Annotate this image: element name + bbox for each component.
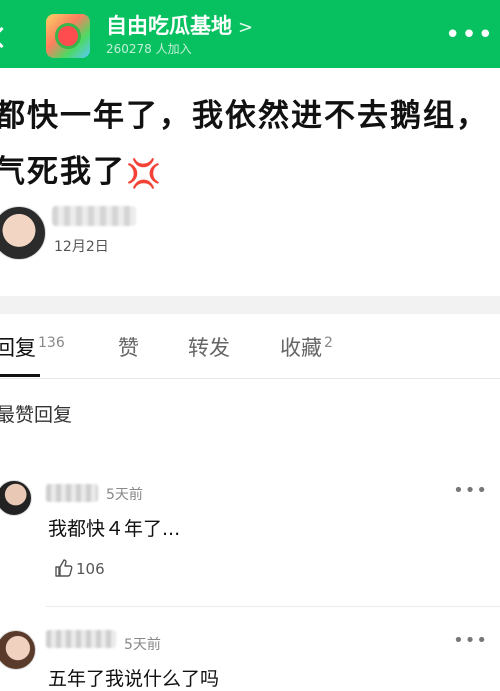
comment-time: 5天前 xyxy=(124,637,161,653)
comment-divider xyxy=(46,606,500,607)
author-avatar[interactable] xyxy=(0,206,46,260)
commenter-name-blurred[interactable] xyxy=(46,484,98,502)
tab-bar: 回复 136 赞 转发 收藏 2 xyxy=(0,314,500,379)
tab-label: 赞 xyxy=(118,336,139,360)
tab-label: 转发 xyxy=(188,336,230,360)
comment-text: 五年了我说什么了吗 xyxy=(48,668,220,690)
post-date: 12月2日 xyxy=(54,239,109,255)
comment-more-icon[interactable]: ••• xyxy=(453,480,488,501)
chevron-right-icon: > xyxy=(238,17,254,38)
commenter-avatar[interactable] xyxy=(0,630,36,670)
back-icon[interactable] xyxy=(0,26,13,49)
tab-forwards[interactable]: 转发 xyxy=(188,332,230,362)
author-name-blurred[interactable] xyxy=(52,206,136,226)
comment-time: 5天前 xyxy=(106,487,143,503)
group-name: 自由吃瓜基地 xyxy=(106,14,232,38)
angry-icon: 💢 xyxy=(126,156,163,190)
group-title[interactable]: 自由吃瓜基地 > xyxy=(106,10,253,40)
like-button[interactable]: 106 xyxy=(54,558,105,578)
post-body: 都快一年了，我依然进不去鹅组，气死我了 xyxy=(0,98,489,190)
tab-count: 136 xyxy=(38,335,65,351)
comment-text: 我都快４年了... xyxy=(48,518,181,540)
comment-more-icon[interactable]: ••• xyxy=(453,630,488,651)
tab-likes[interactable]: 赞 xyxy=(118,332,139,362)
tab-label: 收藏 xyxy=(280,336,322,360)
member-count: 260278 人加入 xyxy=(106,42,192,56)
group-avatar[interactable] xyxy=(46,14,90,58)
section-divider xyxy=(0,296,500,314)
watermelon-icon xyxy=(55,23,81,49)
tab-replies[interactable]: 回复 136 xyxy=(0,332,65,362)
tab-count: 2 xyxy=(324,335,333,351)
active-tab-indicator xyxy=(0,374,40,377)
more-icon[interactable]: ••• xyxy=(445,22,494,48)
like-count: 106 xyxy=(76,560,105,578)
commenter-name-blurred[interactable] xyxy=(46,630,116,648)
post-text: 都快一年了，我依然进不去鹅组，气死我了💢 xyxy=(0,88,500,202)
thumbs-up-icon xyxy=(55,559,73,577)
commenter-avatar[interactable] xyxy=(0,480,32,516)
tab-label: 回复 xyxy=(0,336,36,360)
tab-favorites[interactable]: 收藏 2 xyxy=(280,332,333,362)
group-header: 自由吃瓜基地 > 260278 人加入 ••• xyxy=(0,0,500,68)
sort-label[interactable]: 最赞回复 xyxy=(0,400,72,427)
